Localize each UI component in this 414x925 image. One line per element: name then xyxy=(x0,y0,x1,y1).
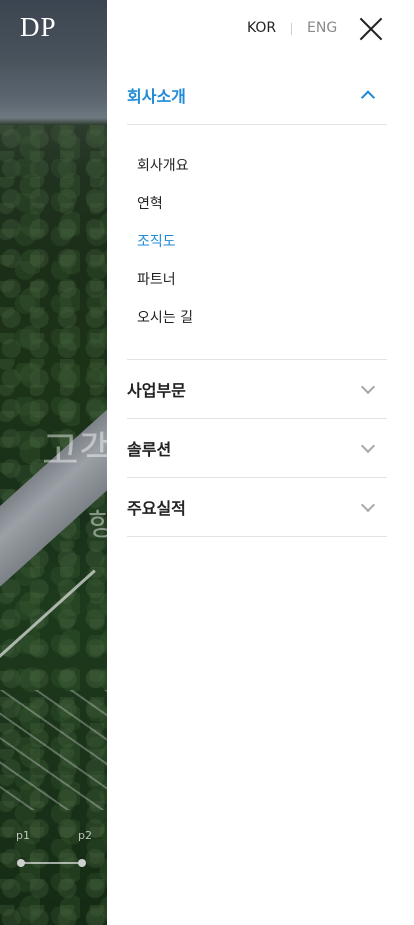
site-logo[interactable]: DP xyxy=(20,12,57,43)
pager-dot-2[interactable] xyxy=(78,859,86,867)
pager-track xyxy=(20,862,83,864)
nav-menu: 회사소개 회사개요 연혁 조직도 파트너 오시는 길 사업부문 솔루션 주요실적 xyxy=(127,66,387,537)
menu-section-company[interactable]: 회사소개 xyxy=(127,66,387,125)
pager-label-2[interactable]: p2 xyxy=(78,829,92,842)
menu-section-projects[interactable]: 주요실적 xyxy=(127,478,387,537)
menu-section-label: 주요실적 xyxy=(127,499,186,518)
menu-section-solutions[interactable]: 솔루션 xyxy=(127,419,387,478)
submenu-company: 회사개요 연혁 조직도 파트너 오시는 길 xyxy=(127,125,387,360)
chevron-down-icon xyxy=(360,497,376,513)
chevron-down-icon xyxy=(360,438,376,454)
pager-dot-1[interactable] xyxy=(17,859,25,867)
submenu-item-partners[interactable]: 파트너 xyxy=(137,261,387,299)
side-menu-panel: KOR ENG 회사소개 회사개요 연혁 조직도 파트너 오시는 길 사업부문 … xyxy=(107,0,414,925)
chevron-up-icon xyxy=(360,90,376,105)
hero-headline-line1: 고객 xyxy=(42,428,116,474)
menu-section-business[interactable]: 사업부문 xyxy=(127,360,387,419)
menu-section-label: 회사소개 xyxy=(127,87,186,106)
chevron-down-icon xyxy=(360,379,376,395)
menu-section-label: 솔루션 xyxy=(127,440,172,459)
submenu-item-overview[interactable]: 회사개요 xyxy=(137,147,387,185)
submenu-item-directions[interactable]: 오시는 길 xyxy=(137,299,387,337)
close-icon[interactable] xyxy=(359,17,383,41)
submenu-item-history[interactable]: 연혁 xyxy=(137,185,387,223)
lang-divider xyxy=(291,23,292,35)
pager-label-1[interactable]: p1 xyxy=(16,829,30,842)
lang-kor-link[interactable]: KOR xyxy=(247,20,276,36)
submenu-item-organization[interactable]: 조직도 xyxy=(137,223,387,261)
field-lines xyxy=(0,690,107,810)
lang-eng-link[interactable]: ENG xyxy=(307,20,337,36)
menu-section-label: 사업부문 xyxy=(127,381,186,400)
